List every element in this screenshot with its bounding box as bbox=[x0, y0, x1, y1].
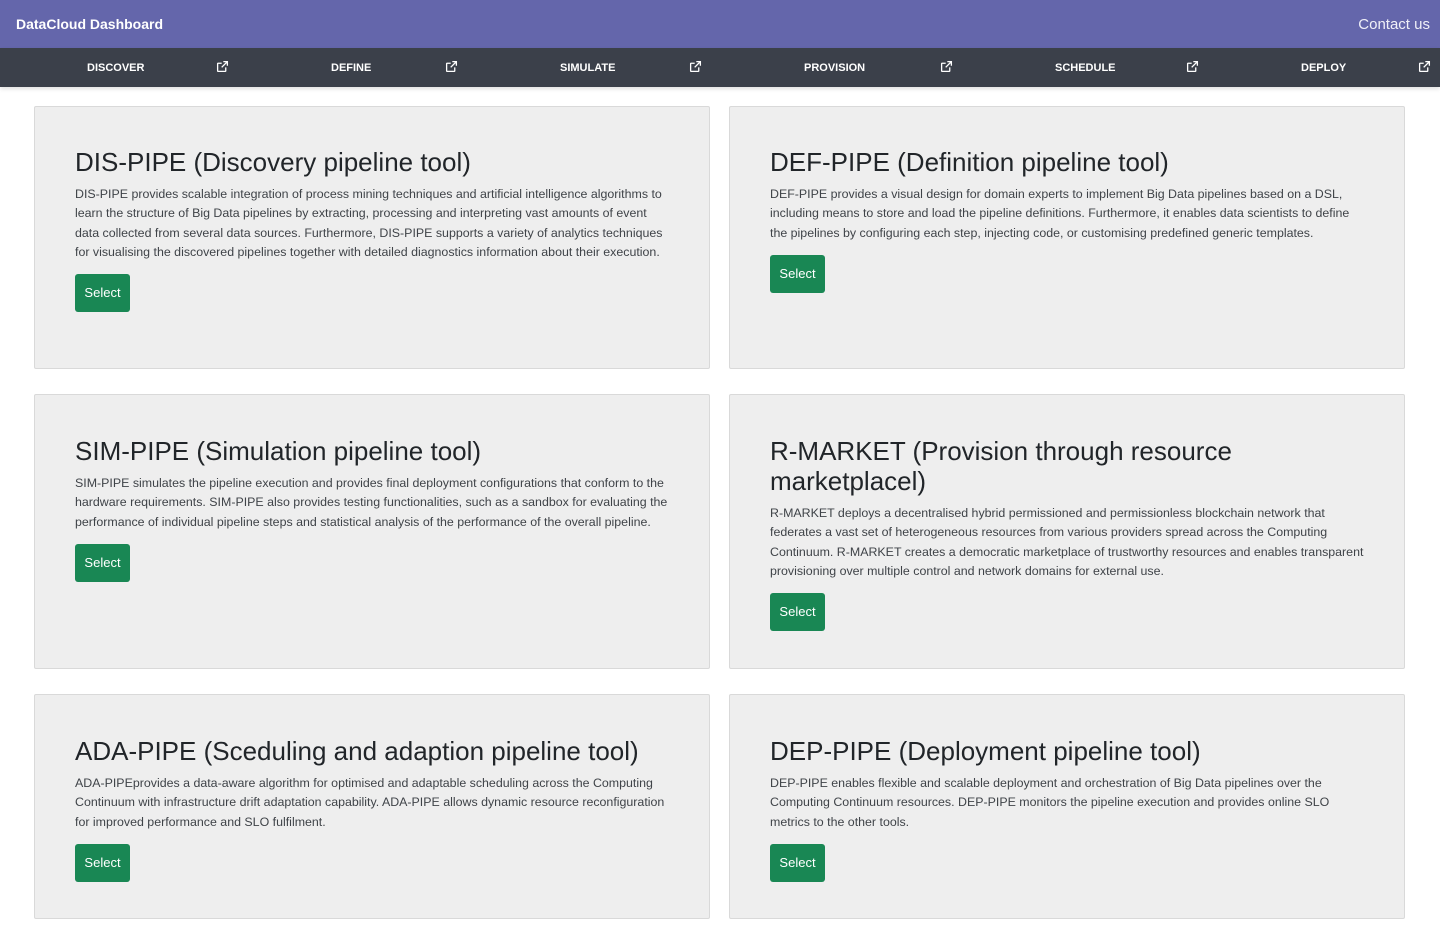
card-description: SIM-PIPE simulates the pipeline executio… bbox=[75, 476, 668, 529]
top-header: DataCloud Dashboard Contact us bbox=[0, 0, 1440, 48]
external-link-icon[interactable] bbox=[216, 60, 230, 74]
card-title: DEP-PIPE (Deployment pipeline tool) bbox=[770, 736, 1201, 766]
external-link-icon[interactable] bbox=[1418, 60, 1432, 74]
brand-title[interactable]: DataCloud Dashboard bbox=[16, 16, 163, 32]
tool-card-dep-pipe: DEP-PIPE (Deployment pipeline tool) DEP-… bbox=[729, 694, 1405, 919]
select-button[interactable]: Select bbox=[770, 843, 825, 882]
external-link-icon[interactable] bbox=[445, 60, 459, 74]
nav-item-provision[interactable]: PROVISION bbox=[804, 48, 865, 87]
nav-item-deploy[interactable]: DEPLOY bbox=[1301, 48, 1346, 87]
select-button[interactable]: Select bbox=[75, 843, 130, 882]
nav-item-discover[interactable]: DISCOVER bbox=[87, 48, 144, 87]
nav-item-simulate[interactable]: SIMULATE bbox=[560, 48, 615, 87]
card-title: DEF-PIPE (Definition pipeline tool) bbox=[770, 147, 1169, 177]
external-link-icon[interactable] bbox=[689, 60, 703, 74]
card-description: ADA-PIPEprovides a data-aware algorithm … bbox=[75, 776, 665, 829]
tool-card-r-market: R-MARKET (Provision through resource mar… bbox=[729, 394, 1405, 669]
card-description: DIS-PIPE provides scalable integration o… bbox=[75, 187, 663, 259]
tool-card-ada-pipe: ADA-PIPE (Sceduling and adaption pipelin… bbox=[34, 694, 710, 919]
nav-item-define[interactable]: DEFINE bbox=[331, 48, 371, 87]
card-description: R-MARKET deploys a decentralised hybrid … bbox=[770, 506, 1364, 578]
tool-card-sim-pipe: SIM-PIPE (Simulation pipeline tool) SIM-… bbox=[34, 394, 710, 669]
select-button[interactable]: Select bbox=[770, 254, 825, 293]
card-title: R-MARKET (Provision through resource mar… bbox=[770, 436, 1232, 496]
tool-card-def-pipe: DEF-PIPE (Definition pipeline tool) DEF-… bbox=[729, 106, 1405, 369]
external-link-icon[interactable] bbox=[1186, 60, 1200, 74]
card-title: ADA-PIPE (Sceduling and adaption pipelin… bbox=[75, 736, 639, 766]
card-description: DEP-PIPE enables flexible and scalable d… bbox=[770, 776, 1330, 829]
card-description: DEF-PIPE provides a visual design for do… bbox=[770, 187, 1350, 240]
nav-item-schedule[interactable]: SCHEDULE bbox=[1055, 48, 1116, 87]
card-title: SIM-PIPE (Simulation pipeline tool) bbox=[75, 436, 482, 466]
main-nav: DISCOVER DEFINE SIMULATE PROVISION SCHED… bbox=[0, 48, 1440, 87]
card-title: DIS-PIPE (Discovery pipeline tool) bbox=[75, 147, 471, 177]
select-button[interactable]: Select bbox=[770, 593, 825, 632]
contact-link[interactable]: Contact us bbox=[1358, 16, 1430, 33]
tool-card-dis-pipe: DIS-PIPE (Discovery pipeline tool) DIS-P… bbox=[34, 106, 710, 369]
external-link-icon[interactable] bbox=[940, 60, 954, 74]
select-button[interactable]: Select bbox=[75, 543, 130, 582]
select-button[interactable]: Select bbox=[75, 274, 130, 313]
